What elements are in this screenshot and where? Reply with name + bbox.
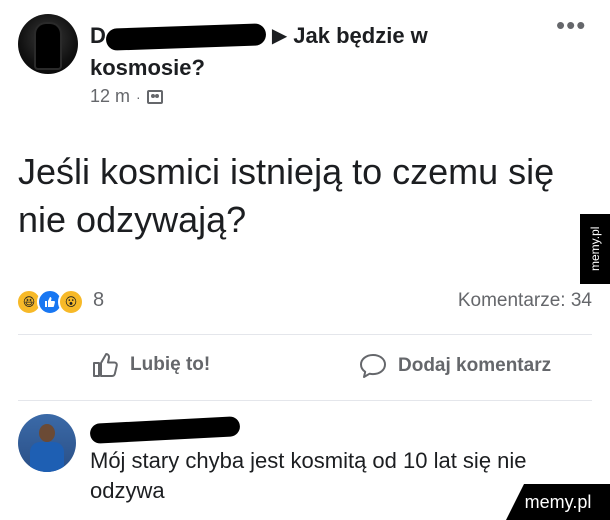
reaction-icons[interactable]: 😆 😮 bbox=[16, 289, 84, 315]
post-time[interactable]: 12 m bbox=[90, 86, 130, 107]
post-meta: 12 m · bbox=[90, 86, 163, 107]
like-label: Lubię to! bbox=[130, 354, 211, 375]
divider bbox=[18, 400, 592, 401]
post-header: D ▶ Jak będzie w bbox=[90, 20, 428, 52]
group-privacy-icon bbox=[146, 89, 163, 104]
corner-watermark: memy.pl bbox=[506, 484, 610, 520]
side-watermark: memy.pl bbox=[580, 214, 610, 284]
wow-icon: 😮 bbox=[58, 289, 84, 315]
group-name[interactable]: Jak będzie w bbox=[293, 23, 428, 48]
comment-button[interactable]: Dodaj komentarz bbox=[358, 352, 551, 380]
thumbs-up-icon bbox=[92, 352, 120, 378]
author-name[interactable]: D bbox=[90, 20, 106, 52]
commenter-avatar[interactable] bbox=[18, 414, 76, 472]
post-text: Jeśli kosmici istnieją to czemu się nie … bbox=[18, 151, 555, 240]
author-avatar[interactable] bbox=[18, 14, 78, 74]
comment-label: Dodaj komentarz bbox=[398, 355, 552, 376]
group-name-continued[interactable]: kosmosie? bbox=[90, 52, 205, 84]
more-options-icon[interactable]: ••• bbox=[556, 10, 586, 41]
meta-separator: · bbox=[136, 88, 141, 105]
redacted-commenter-name bbox=[89, 416, 241, 444]
redacted-author-name bbox=[105, 23, 267, 51]
arrow-right-icon: ▶ bbox=[271, 25, 288, 47]
divider bbox=[18, 334, 592, 335]
comment-icon bbox=[358, 352, 388, 380]
comments-count[interactable]: Komentarze: 34 bbox=[458, 290, 592, 312]
like-button[interactable]: Lubię to! bbox=[92, 352, 210, 378]
reaction-count[interactable]: 8 bbox=[93, 289, 104, 312]
